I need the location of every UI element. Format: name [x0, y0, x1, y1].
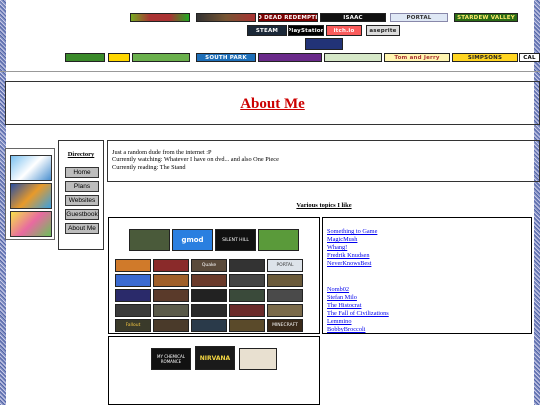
- banner-stardew-valley[interactable]: STARDEW VALLEY: [454, 13, 518, 22]
- game-thumb-r6-4: [229, 319, 265, 332]
- game-thumb-r6-2: [153, 319, 189, 332]
- game-thumb-r5-2: [153, 304, 189, 317]
- game-thumb-r5-3: [191, 304, 227, 317]
- nav-home-button[interactable]: Home: [65, 167, 99, 178]
- link-fredrik-knudsen[interactable]: Fredrik Knudsen: [327, 252, 370, 259]
- nav-about-me-button[interactable]: About Me: [65, 223, 99, 234]
- link-the-histocrat[interactable]: The Histocrat: [327, 302, 361, 309]
- link-whang[interactable]: Whang!: [327, 244, 347, 251]
- music-thumb-nirvana: NIRVANA: [195, 346, 235, 370]
- nav-plans-button[interactable]: Plans: [65, 181, 99, 192]
- music-thumb-mcr: MY CHEMICAL ROMANCE: [151, 348, 191, 370]
- header-box: About Me: [5, 81, 540, 125]
- game-thumb-r2-4: [229, 259, 265, 272]
- game-thumb-r4-4: [229, 289, 265, 302]
- banner-aseprite[interactable]: aseprite: [366, 25, 400, 36]
- banner-green[interactable]: [132, 53, 190, 62]
- game-thumb-r2-1: [115, 259, 151, 272]
- banner-portal[interactable]: PORTAL: [390, 13, 448, 22]
- banner-purple[interactable]: [258, 53, 322, 62]
- banner-blank-1[interactable]: [130, 13, 190, 22]
- link-bobbybroccoli[interactable]: BobbyBroccoli: [327, 326, 365, 333]
- game-thumb-fallout: Fallout: [115, 319, 151, 332]
- game-thumb-r3-3: [191, 274, 227, 287]
- banner-south-park[interactable]: SOUTH PARK: [196, 53, 256, 62]
- game-thumb-1: [129, 229, 170, 251]
- gif-image-1: [10, 155, 52, 181]
- top-divider: [0, 71, 540, 72]
- game-thumb-r4-5: [267, 289, 303, 302]
- games-panel: gmod SILENT HILL Quake PORTAL Fallout MI…: [108, 217, 320, 334]
- bio-line-1: Just a random dude from the internet :P: [112, 149, 212, 156]
- link-stefan-milo[interactable]: Stefan Milo: [327, 294, 357, 301]
- game-thumb-r4-1: [115, 289, 151, 302]
- topics-heading: Various topics I like: [296, 202, 352, 209]
- game-thumb-r4-2: [153, 289, 189, 302]
- nav-websites-button[interactable]: Websites: [65, 195, 99, 206]
- banner-red-dead-redemption[interactable]: RED DEAD REDEMPTION: [258, 13, 318, 22]
- game-thumb-r3-5: [267, 274, 303, 287]
- banner-isaac[interactable]: ISAAC: [320, 13, 386, 22]
- game-thumb-gmod: gmod: [172, 229, 213, 251]
- gif-image-3: [10, 211, 52, 237]
- banner-blank-3[interactable]: [65, 53, 105, 62]
- game-thumb-r6-3: [191, 319, 227, 332]
- music-panel: MY CHEMICAL ROMANCE NIRVANA: [108, 336, 320, 405]
- nav-guestbook-button[interactable]: Guestbook: [65, 209, 99, 220]
- link-neverknowsbest[interactable]: NeverKnowsBest: [327, 260, 371, 267]
- game-thumb-r3-4: [229, 274, 265, 287]
- directory-panel: Directory Home Plans Websites Guestbook …: [58, 140, 104, 250]
- game-thumb-r5-4: [229, 304, 265, 317]
- banner-itch-io[interactable]: itch.io: [326, 25, 362, 36]
- page-title: About Me: [240, 96, 305, 112]
- bio-panel: Just a random dude from the internet :P …: [107, 140, 540, 182]
- banner-steam[interactable]: STEAM: [247, 25, 287, 36]
- link-nomb02[interactable]: Nomb02: [327, 286, 349, 293]
- game-thumb-r3-2: [153, 274, 189, 287]
- bio-text: Just a random dude from the internet :P …: [112, 149, 279, 171]
- gif-column: [5, 148, 55, 240]
- game-thumb-r2-2: [153, 259, 189, 272]
- game-thumb-minecraft: MINECRAFT: [267, 319, 303, 332]
- banner-small-logo[interactable]: [305, 38, 343, 50]
- game-thumb-4: [258, 229, 299, 251]
- banner-cal[interactable]: CAL: [519, 53, 540, 62]
- music-thumb-3: [239, 348, 277, 370]
- directory-title: Directory: [67, 151, 95, 158]
- links-panel: Something to Game MagicMush Whang! Fredr…: [322, 217, 532, 334]
- banner-pale[interactable]: [324, 53, 382, 62]
- game-thumb-portal: PORTAL: [267, 259, 303, 272]
- game-thumb-r5-5: [267, 304, 303, 317]
- link-magicmush[interactable]: MagicMush: [327, 236, 357, 243]
- game-thumb-r4-3: [191, 289, 227, 302]
- banner-simpsons[interactable]: SIMPSONS: [452, 53, 518, 62]
- banner-tom-and-jerry[interactable]: Tom and Jerry: [384, 53, 450, 62]
- game-thumb-r3-1: [115, 274, 151, 287]
- game-thumb-silent-hill: SILENT HILL: [215, 229, 256, 251]
- gif-image-2: [10, 183, 52, 209]
- link-the-fall-of-civilizations[interactable]: The Fall of Civilizations: [327, 310, 389, 317]
- banner-playstation[interactable]: PlayStation: [288, 25, 324, 36]
- link-something-to-game[interactable]: Something to Game: [327, 228, 377, 235]
- bio-line-3: Currently reading: The Stand: [112, 163, 186, 171]
- banner-yellow[interactable]: [108, 53, 130, 62]
- bio-line-2: Currently watching: Whatever I have on d…: [112, 156, 279, 164]
- game-thumb-r5-1: [115, 304, 151, 317]
- game-thumb-quake: Quake: [191, 259, 227, 272]
- banner-blank-2[interactable]: [196, 13, 256, 22]
- link-lemmino[interactable]: Lemmino: [327, 318, 351, 325]
